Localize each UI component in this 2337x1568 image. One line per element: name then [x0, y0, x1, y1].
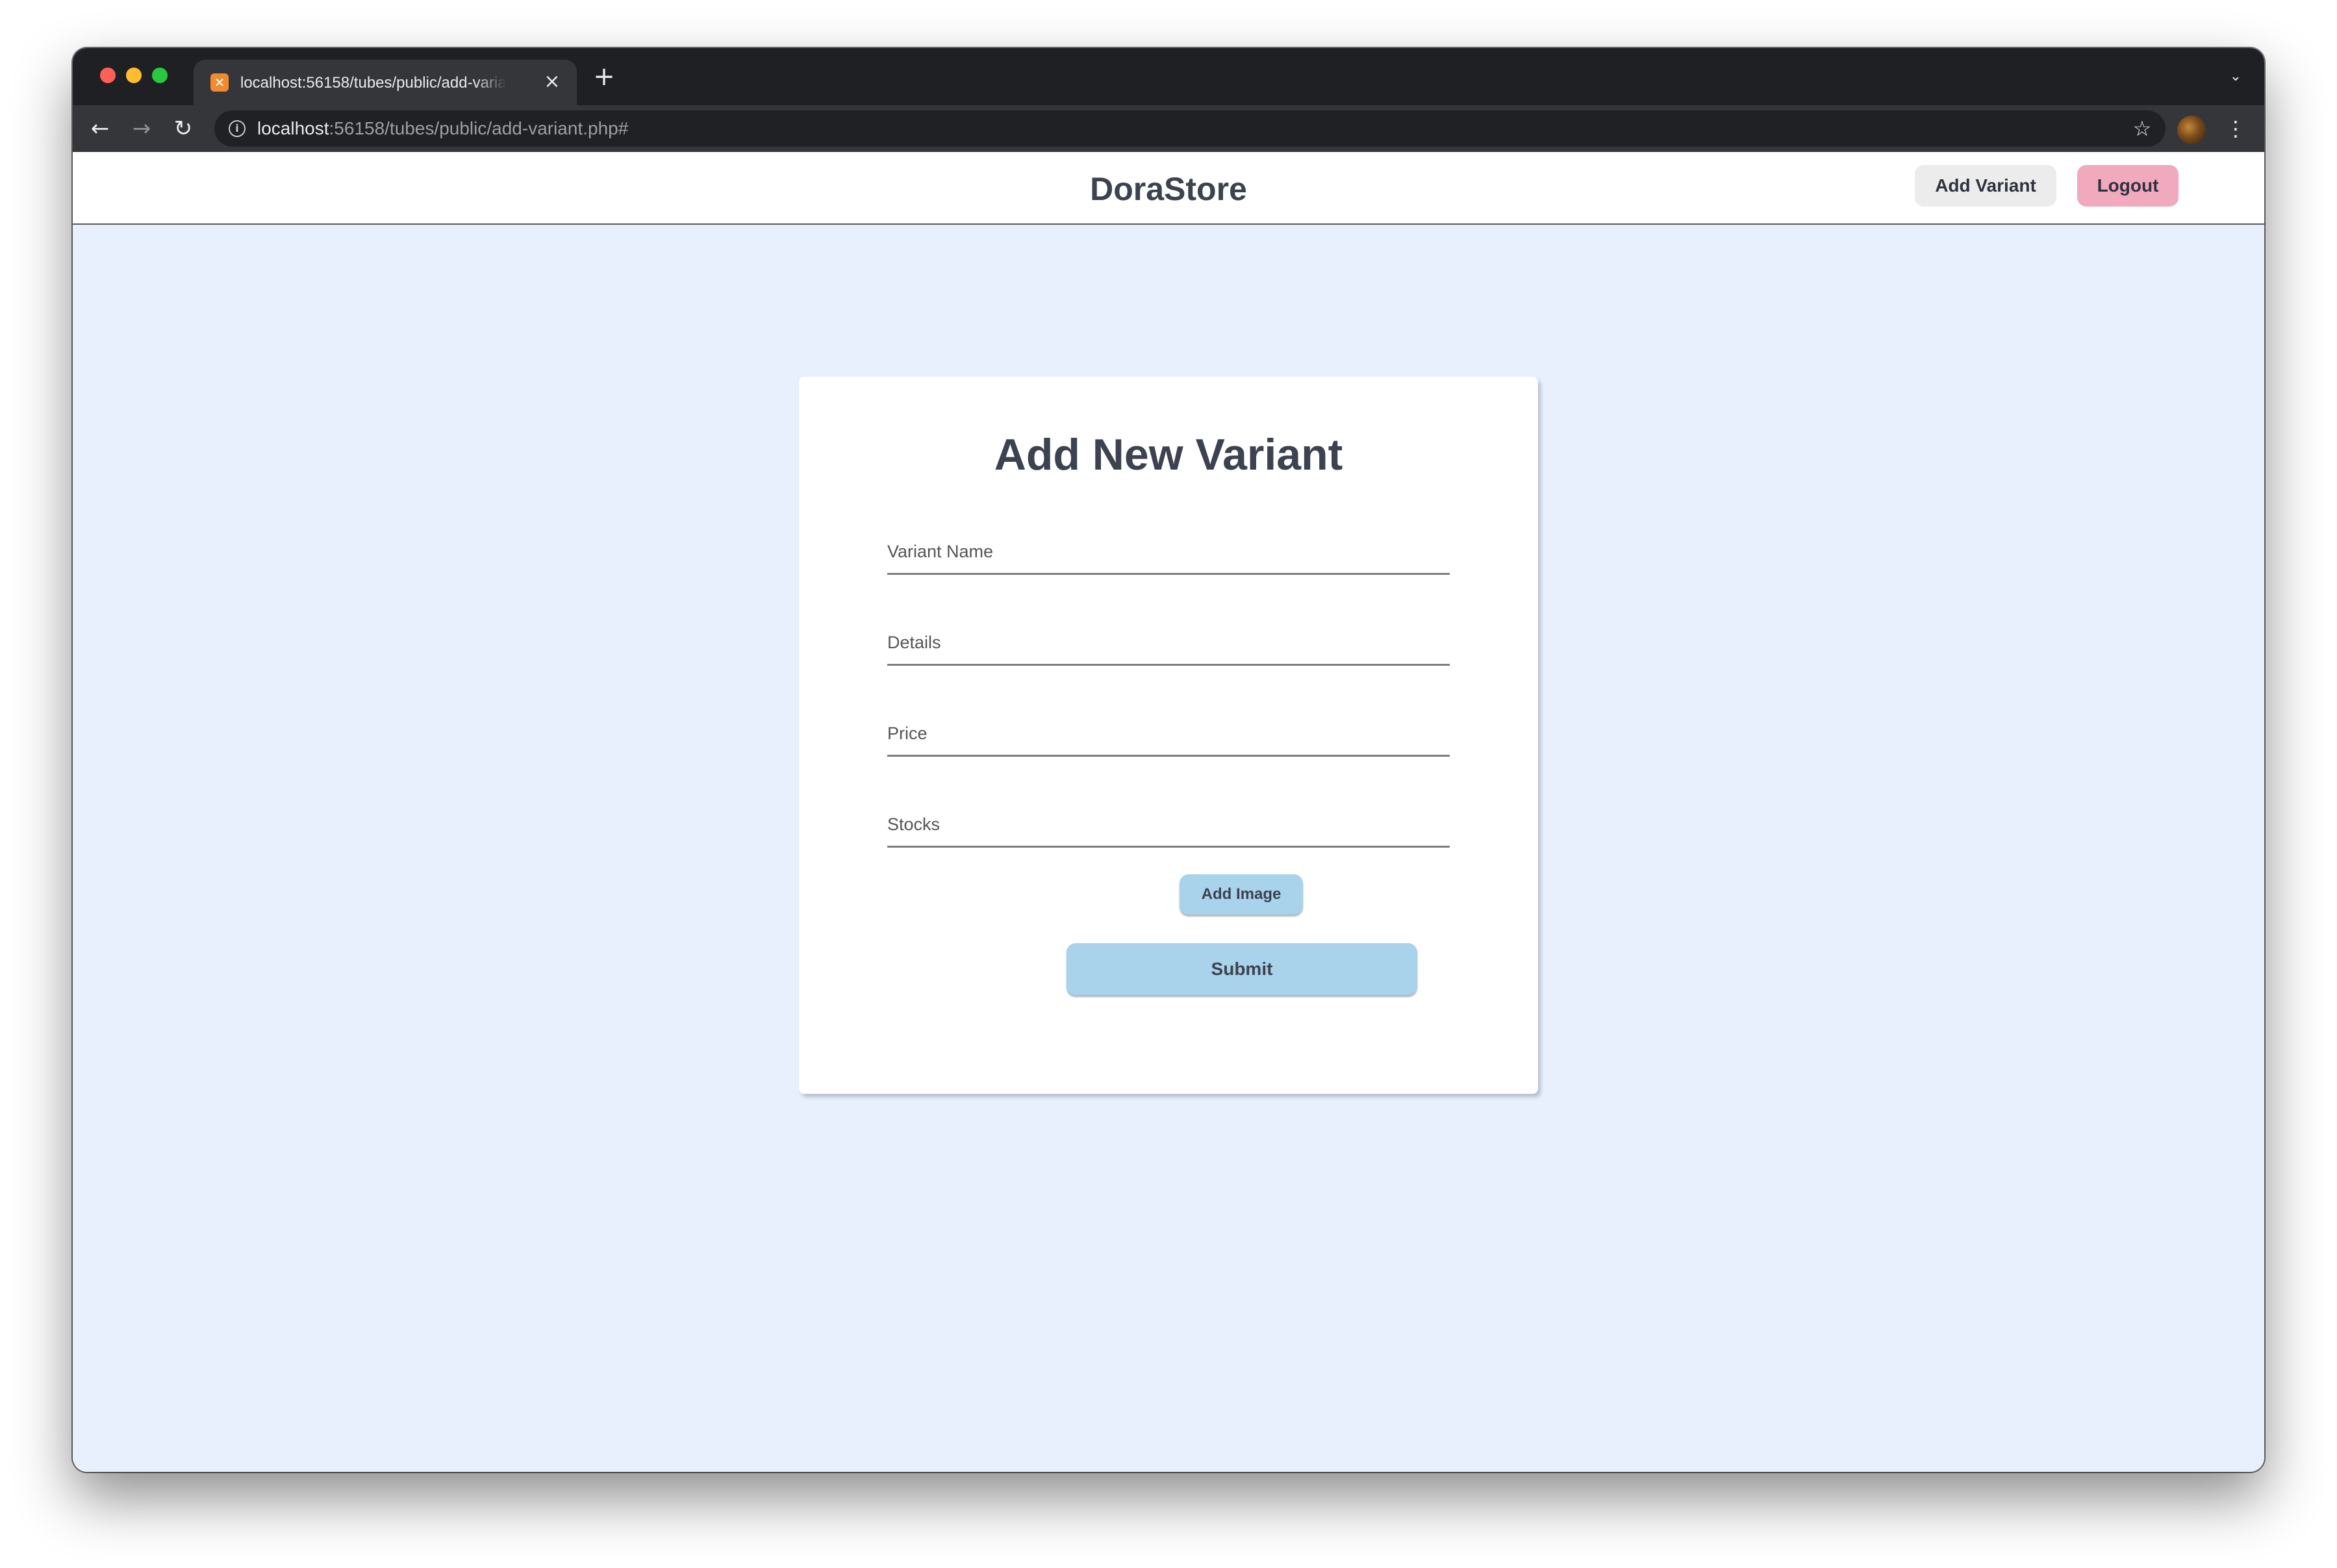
add-variant-button[interactable]: Add Variant: [1915, 165, 2056, 207]
back-arrow-icon[interactable]: ←: [86, 114, 114, 143]
browser-menu-icon[interactable]: ⋮: [2225, 114, 2246, 143]
forward-arrow-icon[interactable]: →: [127, 114, 156, 143]
price-input[interactable]: [887, 712, 1450, 757]
url-text[interactable]: localhost:56158/tubes/public/add-variant…: [257, 118, 628, 139]
submit-button[interactable]: Submit: [1067, 943, 1417, 995]
price-field-wrapper: [887, 712, 1450, 757]
details-field-wrapper: [887, 621, 1450, 666]
site-header: DoraStore Add Variant Logout: [73, 152, 2264, 225]
tab-title: localhost:56158/tubes/public/add-variant…: [240, 74, 507, 92]
add-variant-form-card: Add New Variant Add Image Submit: [799, 377, 1538, 1094]
variant-name-field-wrapper: [887, 530, 1450, 575]
add-image-button[interactable]: Add Image: [1180, 874, 1303, 915]
new-tab-icon[interactable]: +: [590, 62, 618, 91]
url-path: :56158/tubes/public/add-variant.php#: [329, 118, 629, 138]
bookmark-star-icon[interactable]: ☆: [2129, 116, 2155, 142]
form-title: Add New Variant: [994, 430, 1343, 479]
site-info-icon[interactable]: i: [229, 120, 246, 137]
desktop: ✕ localhost:56158/tubes/public/add-varia…: [0, 0, 2337, 1568]
reload-icon[interactable]: ↻: [169, 114, 197, 143]
page-content: DoraStore Add Variant Logout Add New Var…: [73, 152, 2264, 1472]
url-host: localhost: [257, 118, 329, 138]
browser-window: ✕ localhost:56158/tubes/public/add-varia…: [73, 48, 2264, 1472]
browser-tab[interactable]: ✕ localhost:56158/tubes/public/add-varia…: [194, 60, 577, 105]
xampp-icon: ✕: [210, 73, 229, 92]
profile-avatar[interactable]: [2177, 116, 2206, 144]
maximize-window-button[interactable]: [152, 68, 168, 83]
tab-strip: ✕ localhost:56158/tubes/public/add-varia…: [73, 48, 2264, 105]
stocks-field-wrapper: [887, 803, 1450, 848]
close-tab-icon[interactable]: ×: [540, 70, 564, 94]
details-input[interactable]: [887, 621, 1450, 666]
minimize-window-button[interactable]: [126, 68, 142, 83]
address-bar[interactable]: i localhost:56158/tubes/public/add-varia…: [214, 110, 2166, 147]
stocks-input[interactable]: [887, 803, 1450, 848]
variant-name-input[interactable]: [887, 530, 1450, 575]
logout-button[interactable]: Logout: [2077, 165, 2179, 207]
browser-toolbar: ← → ↻ i localhost:56158/tubes/public/add…: [73, 105, 2264, 152]
close-window-button[interactable]: [100, 68, 116, 83]
tab-search-icon[interactable]: ⌄: [2225, 66, 2246, 87]
